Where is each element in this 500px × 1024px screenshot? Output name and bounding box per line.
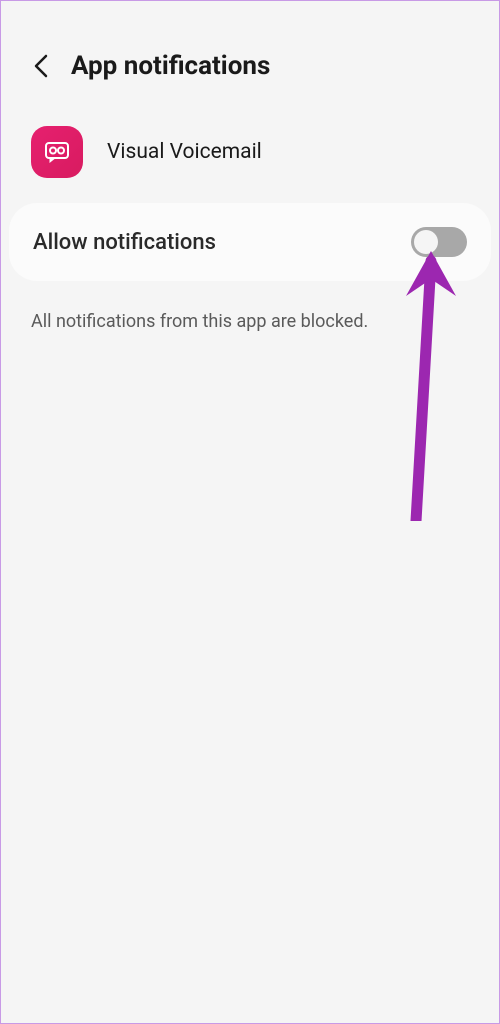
allow-notifications-toggle[interactable] <box>411 227 467 257</box>
setting-label: Allow notifications <box>33 230 216 255</box>
app-icon <box>31 126 83 178</box>
app-name: Visual Voicemail <box>107 140 262 164</box>
app-row[interactable]: Visual Voicemail <box>1 111 499 203</box>
page-title: App notifications <box>71 51 270 81</box>
status-text: All notifications from this app are bloc… <box>1 281 499 362</box>
toggle-knob <box>414 230 438 254</box>
header: App notifications <box>1 1 499 111</box>
back-icon[interactable] <box>31 56 51 76</box>
allow-notifications-row[interactable]: Allow notifications <box>9 203 491 281</box>
